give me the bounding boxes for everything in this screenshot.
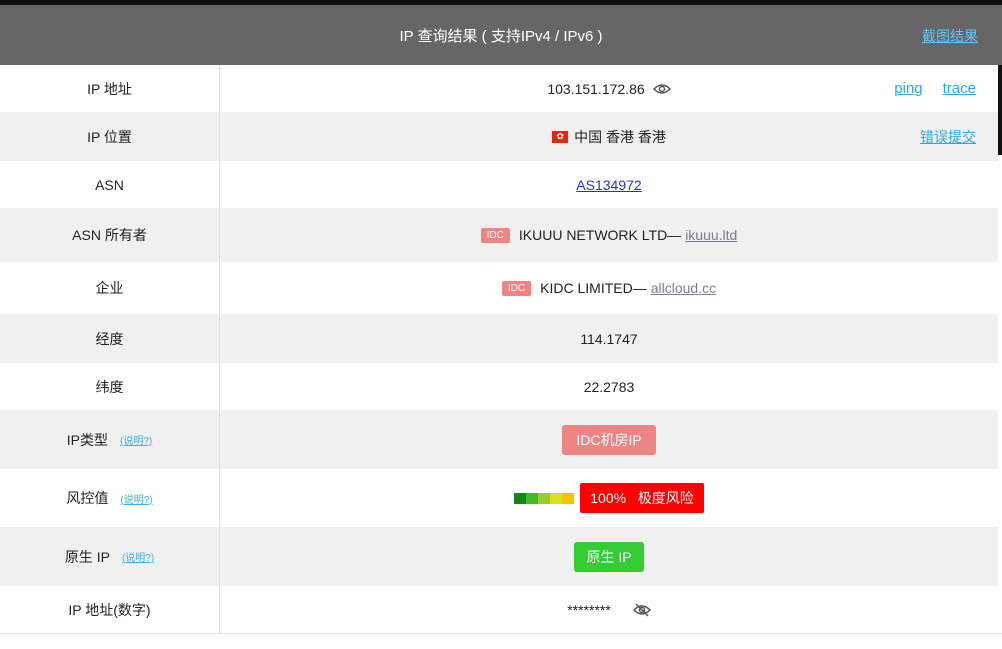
- row-asn: ASN AS134972: [0, 161, 998, 208]
- risk-meter-segment: [538, 492, 551, 504]
- row-value: IDC KIDC LIMITED— allcloud.cc: [220, 262, 998, 314]
- asn-owner-name: IKUUU NETWORK LTD—: [518, 227, 682, 243]
- asn-owner-domain-link[interactable]: ikuuu.ltd: [685, 227, 737, 243]
- ip-value: 103.151.172.86: [547, 80, 645, 97]
- row-label: ASN 所有者: [0, 208, 220, 262]
- row-label: ASN: [0, 161, 220, 208]
- asn-link[interactable]: AS134972: [576, 177, 641, 193]
- idc-tag: IDC: [501, 280, 532, 296]
- risk-meter: [514, 492, 575, 504]
- ip-tools: ping trace: [894, 80, 976, 97]
- row-asn-owner: ASN 所有者 IDC IKUUU NETWORK LTD— ikuuu.ltd: [0, 208, 998, 262]
- row-value: ********: [220, 586, 998, 633]
- eye-off-icon[interactable]: [632, 602, 651, 617]
- row-label: IP类型 (说明?): [0, 410, 220, 469]
- native-ip-badge: 原生 IP: [574, 541, 644, 572]
- row-label: IP 位置: [0, 112, 220, 161]
- latitude-value: 22.2783: [583, 378, 635, 395]
- screenshot-result-link[interactable]: 截图结果: [922, 26, 978, 46]
- row-label: 纬度: [0, 363, 220, 410]
- row-ip-type: IP类型 (说明?) IDC机房IP: [0, 410, 998, 469]
- row-ip-address: IP 地址 103.151.172.86 ping trace: [0, 65, 998, 112]
- ping-link[interactable]: ping: [894, 80, 922, 97]
- risk-meter-segment: [514, 492, 527, 504]
- report-error-link[interactable]: 错误提交: [920, 127, 976, 147]
- ip-type-help-link[interactable]: (说明?): [120, 432, 152, 447]
- risk-meter-segment: [562, 492, 575, 504]
- idc-tag: IDC: [480, 227, 510, 243]
- company-domain-link[interactable]: allcloud.cc: [651, 280, 716, 296]
- row-ip-numeric: IP 地址(数字) ********: [0, 586, 998, 633]
- native-ip-help-link[interactable]: (说明?): [122, 549, 154, 564]
- row-ip-location: IP 位置 ✿ 中国 香港 香港 错误提交: [0, 112, 998, 161]
- trace-link[interactable]: trace: [943, 80, 976, 97]
- result-header: IP 查询结果 ( 支持IPv4 / IPv6 ) 截图结果: [0, 5, 1002, 65]
- row-value: IDC IKUUU NETWORK LTD— ikuuu.ltd: [220, 208, 998, 262]
- result-table: IP 地址 103.151.172.86 ping trace IP 位置 ✿ …: [0, 65, 998, 633]
- native-ip-label: 原生 IP: [64, 548, 110, 565]
- table-bottom-border: [0, 633, 1002, 634]
- company-name: KIDC LIMITED—: [540, 280, 647, 296]
- row-value: 原生 IP: [220, 527, 998, 586]
- row-label: 企业: [0, 262, 220, 314]
- row-latitude: 纬度 22.2783: [0, 363, 998, 410]
- ip-type-badge: IDC机房IP: [562, 424, 656, 455]
- row-label: 风控值 (说明?): [0, 469, 220, 527]
- risk-level: 极度风险: [637, 490, 694, 506]
- row-label: 原生 IP (说明?): [0, 527, 220, 586]
- row-native-ip: 原生 IP (说明?) 原生 IP: [0, 527, 998, 586]
- row-label: IP 地址(数字): [0, 586, 220, 633]
- hong-kong-flag-icon: ✿: [552, 130, 569, 143]
- eye-icon[interactable]: [652, 83, 671, 95]
- risk-percent: 100%: [590, 490, 627, 506]
- row-value: 100% 极度风险: [220, 469, 998, 527]
- longitude-value: 114.1747: [580, 330, 638, 347]
- ip-type-label: IP类型: [66, 431, 108, 448]
- row-company: 企业 IDC KIDC LIMITED— allcloud.cc: [0, 262, 998, 314]
- page-title: IP 查询结果 ( 支持IPv4 / IPv6 ): [399, 28, 603, 45]
- risk-meter-segment: [526, 492, 539, 504]
- row-value: AS134972: [220, 161, 998, 208]
- risk-badge: 100% 极度风险: [580, 483, 704, 513]
- row-longitude: 经度 114.1747: [0, 314, 998, 363]
- row-value: 103.151.172.86: [220, 65, 998, 112]
- row-label: 经度: [0, 314, 220, 363]
- scrollbar-edge: [998, 65, 1002, 155]
- row-risk: 风控值 (说明?) 100% 极度风险: [0, 469, 998, 527]
- ip-numeric-value: ********: [567, 601, 611, 618]
- row-value: IDC机房IP: [220, 410, 998, 469]
- risk-meter-segment: [550, 492, 563, 504]
- location-value: 中国 香港 香港: [574, 128, 666, 145]
- risk-help-link[interactable]: (说明?): [120, 491, 152, 506]
- row-label: IP 地址: [0, 65, 220, 112]
- risk-label: 风控值: [66, 490, 109, 506]
- row-value: ✿ 中国 香港 香港: [220, 112, 998, 161]
